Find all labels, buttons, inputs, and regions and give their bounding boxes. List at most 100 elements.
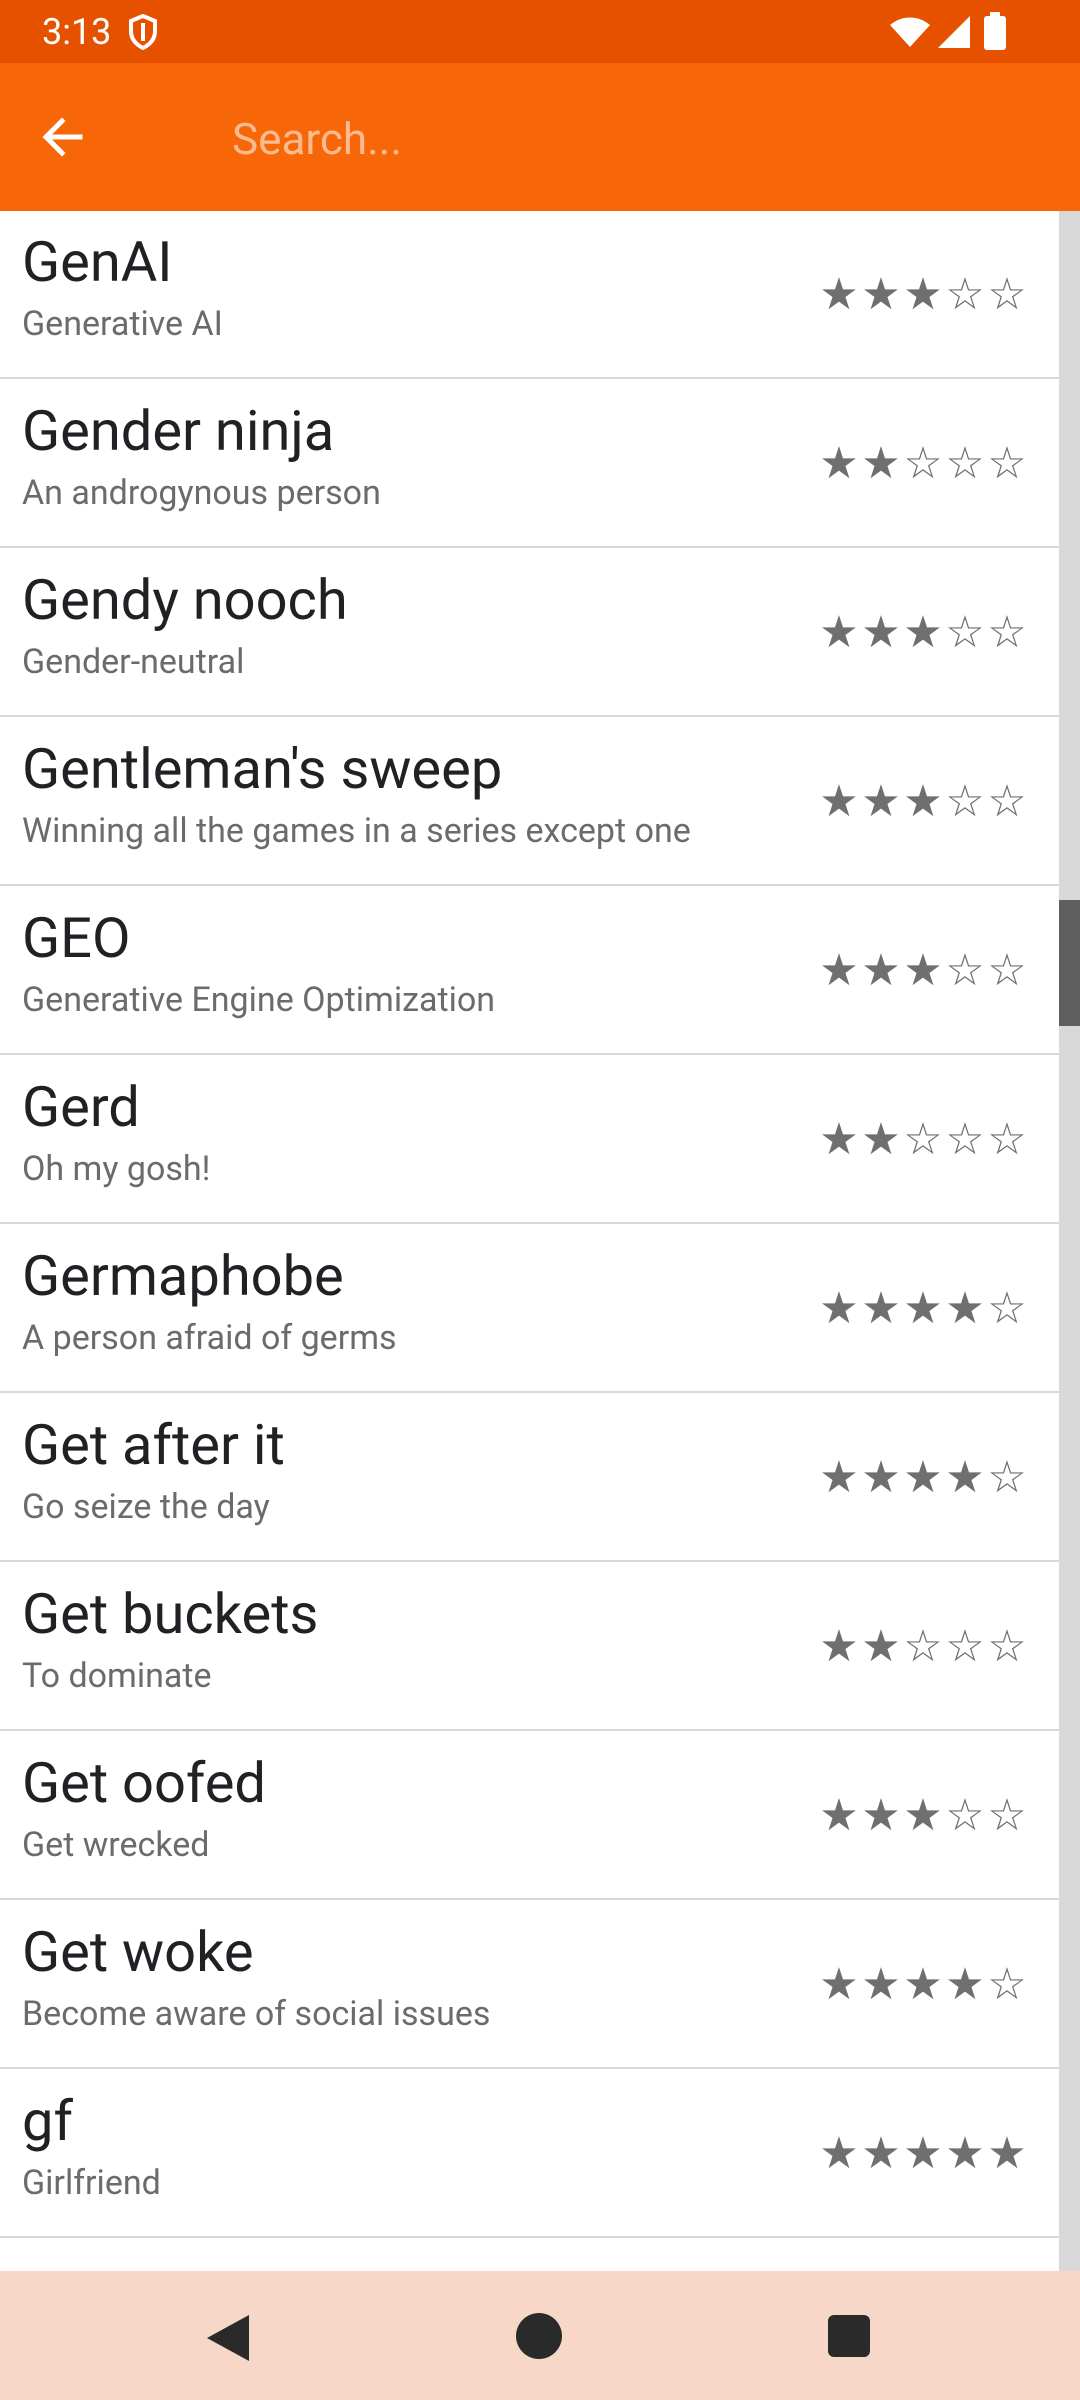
rating-stars: ★ ★ ★ ☆ ☆ bbox=[818, 273, 1028, 317]
star-filled-icon: ★ bbox=[903, 1959, 943, 2010]
rating-stars: ★ ★ ★ ☆ ☆ bbox=[818, 780, 1028, 824]
term-definition: An androgynous person bbox=[22, 473, 381, 513]
star-empty-icon: ☆ bbox=[987, 269, 1027, 320]
star-empty-icon: ☆ bbox=[945, 438, 985, 489]
scrollbar-track[interactable] bbox=[1059, 211, 1080, 2271]
rating-stars: ★ ★ ☆ ☆ ☆ bbox=[818, 442, 1028, 486]
rating-stars: ★ ★ ★ ★ ☆ bbox=[818, 1963, 1028, 2007]
star-filled-icon: ★ bbox=[819, 438, 859, 489]
star-filled-icon: ★ bbox=[903, 945, 943, 996]
star-filled-icon: ★ bbox=[819, 269, 859, 320]
term-title: Get after it bbox=[22, 1412, 285, 1478]
star-filled-icon: ★ bbox=[819, 945, 859, 996]
star-filled-icon: ★ bbox=[903, 1283, 943, 1334]
status-time: 3:13 bbox=[42, 11, 112, 53]
star-filled-icon: ★ bbox=[861, 1959, 901, 2010]
signal-icon bbox=[938, 16, 970, 48]
back-button[interactable] bbox=[30, 105, 94, 169]
term-title: Get buckets bbox=[22, 1581, 319, 1647]
term-title: Gerd bbox=[22, 1074, 140, 1140]
star-filled-icon: ★ bbox=[819, 1283, 859, 1334]
nav-back-icon[interactable] bbox=[205, 2313, 251, 2363]
list-item[interactable]: Get woke Become aware of social issues ★ ★ ★… bbox=[0, 1901, 1059, 2069]
rating-stars: ★ ★ ★ ★ ☆ bbox=[818, 1456, 1028, 1500]
arrow-left-icon bbox=[42, 117, 83, 157]
list-item[interactable]: GEO Generative Engine Optimization ★ ★ ★ ☆ ☆ bbox=[0, 887, 1059, 1055]
star-filled-icon: ★ bbox=[861, 945, 901, 996]
star-empty-icon: ☆ bbox=[987, 1283, 1027, 1334]
term-list[interactable]: GenAI Generative AI ★ ★ ★ ☆ ☆ Gender ninja An an… bbox=[0, 211, 1059, 2271]
term-definition: To dominate bbox=[22, 1656, 212, 1696]
term-definition: Generative Engine Optimization bbox=[22, 980, 496, 1020]
star-empty-icon: ☆ bbox=[903, 438, 943, 489]
star-empty-icon: ☆ bbox=[945, 1621, 985, 1672]
star-filled-icon: ★ bbox=[903, 269, 943, 320]
star-empty-icon: ☆ bbox=[945, 1114, 985, 1165]
rating-stars: ★ ★ ☆ ☆ ☆ bbox=[818, 1625, 1028, 1669]
star-filled-icon: ★ bbox=[945, 1452, 985, 1503]
star-filled-icon: ★ bbox=[819, 1959, 859, 2010]
star-filled-icon: ★ bbox=[819, 1621, 859, 1672]
wifi-icon bbox=[890, 17, 930, 47]
rating-stars: ★ ★ ☆ ☆ ☆ bbox=[818, 1118, 1028, 1162]
star-filled-icon: ★ bbox=[903, 2128, 943, 2179]
term-title: Gendy nooch bbox=[22, 567, 348, 633]
rating-stars: ★ ★ ★ ☆ ☆ bbox=[818, 611, 1028, 655]
star-filled-icon: ★ bbox=[861, 438, 901, 489]
star-filled-icon: ★ bbox=[945, 1959, 985, 2010]
list-item[interactable]: Get oofed Get wrecked ★ ★ ★ ☆ ☆ bbox=[0, 1732, 1059, 1900]
star-empty-icon: ☆ bbox=[945, 776, 985, 827]
star-filled-icon: ★ bbox=[861, 1790, 901, 1841]
star-filled-icon: ★ bbox=[819, 607, 859, 658]
star-filled-icon: ★ bbox=[861, 269, 901, 320]
list-item[interactable]: Germaphobe A person afraid of germs ★ ★ ★ ★ ☆ bbox=[0, 1225, 1059, 1393]
term-title: Get oofed bbox=[22, 1750, 267, 1816]
star-empty-icon: ☆ bbox=[903, 1621, 943, 1672]
nav-home-icon[interactable] bbox=[516, 2313, 562, 2359]
star-empty-icon: ☆ bbox=[945, 945, 985, 996]
list-item[interactable]: gf Girlfriend ★ ★ ★ ★ ★ bbox=[0, 2070, 1059, 2238]
star-empty-icon: ☆ bbox=[987, 945, 1027, 996]
star-empty-icon: ☆ bbox=[987, 1452, 1027, 1503]
list-item[interactable]: Gerd Oh my gosh! ★ ★ ☆ ☆ ☆ bbox=[0, 1056, 1059, 1224]
star-filled-icon: ★ bbox=[861, 1114, 901, 1165]
star-filled-icon: ★ bbox=[903, 607, 943, 658]
shield-icon bbox=[129, 14, 157, 50]
star-empty-icon: ☆ bbox=[945, 607, 985, 658]
term-definition: Girlfriend bbox=[22, 2163, 161, 2203]
rating-stars: ★ ★ ★ ★ ★ bbox=[818, 2132, 1028, 2176]
star-filled-icon: ★ bbox=[861, 1621, 901, 1672]
status-bar: 3:13 bbox=[0, 0, 1080, 63]
star-empty-icon: ☆ bbox=[945, 1790, 985, 1841]
system-nav-bar bbox=[0, 2271, 1080, 2400]
term-definition: Go seize the day bbox=[22, 1487, 270, 1527]
search-input[interactable] bbox=[230, 103, 1034, 175]
list-item[interactable]: Get after it Go seize the day ★ ★ ★ ★ ☆ bbox=[0, 1394, 1059, 1562]
term-title: Gender ninja bbox=[22, 398, 335, 464]
rating-stars: ★ ★ ★ ★ ☆ bbox=[818, 1287, 1028, 1331]
list-item[interactable]: Get buckets To dominate ★ ★ ☆ ☆ ☆ bbox=[0, 1563, 1059, 1731]
star-empty-icon: ☆ bbox=[987, 1114, 1027, 1165]
star-filled-icon: ★ bbox=[945, 1283, 985, 1334]
term-title: Get woke bbox=[22, 1919, 254, 1985]
list-item[interactable]: Gendy nooch Gender-neutral ★ ★ ★ ☆ ☆ bbox=[0, 549, 1059, 717]
star-filled-icon: ★ bbox=[945, 2128, 985, 2179]
term-title: GEO bbox=[22, 905, 131, 971]
rating-stars: ★ ★ ★ ☆ ☆ bbox=[818, 949, 1028, 993]
star-filled-icon: ★ bbox=[903, 776, 943, 827]
list-item-partial[interactable] bbox=[0, 2239, 1059, 2271]
star-empty-icon: ☆ bbox=[987, 1621, 1027, 1672]
list-item[interactable]: GenAI Generative AI ★ ★ ★ ☆ ☆ bbox=[0, 211, 1059, 379]
rating-stars: ★ ★ ★ ☆ ☆ bbox=[818, 1794, 1028, 1838]
star-filled-icon: ★ bbox=[819, 1452, 859, 1503]
star-filled-icon: ★ bbox=[819, 1114, 859, 1165]
star-filled-icon: ★ bbox=[861, 776, 901, 827]
list-item[interactable]: Gentleman's sweep Winning all the games i… bbox=[0, 718, 1059, 886]
list-item[interactable]: Gender ninja An androgynous person ★ ★ ☆ ☆ ☆ bbox=[0, 380, 1059, 548]
term-definition: Get wrecked bbox=[22, 1825, 210, 1865]
nav-recents-icon[interactable] bbox=[828, 2315, 870, 2357]
scrollbar-thumb[interactable] bbox=[1059, 900, 1080, 1026]
star-filled-icon: ★ bbox=[987, 2128, 1027, 2179]
star-empty-icon: ☆ bbox=[987, 607, 1027, 658]
term-definition: A person afraid of germs bbox=[22, 1318, 397, 1358]
